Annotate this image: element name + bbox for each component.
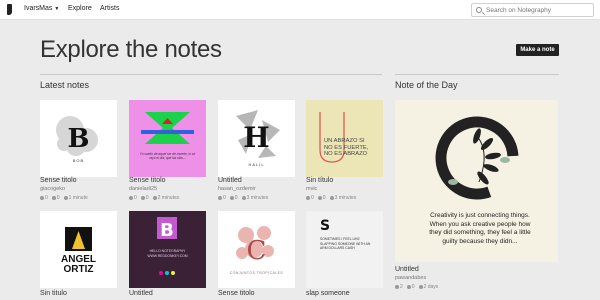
comment-icon [51,195,56,200]
note-title[interactable]: Untitled [129,290,153,297]
page-title: Explore the notes [40,36,222,63]
make-note-button[interactable]: Make a note [516,44,559,56]
svg-text:C: C [247,236,267,266]
clock-icon [241,195,246,200]
note-meta: 0 0 3 minutes [306,195,356,201]
note-of-day-author[interactable]: pawandabes [395,275,426,281]
note-title[interactable]: Sin titulo [40,290,67,297]
note-card[interactable]: UN ABRAZO SI NO ES FUERTE, NO ES ABRAZO [306,100,383,177]
note-author[interactable]: danieladi25 [129,186,157,192]
caret-down-icon: ▼ [54,6,60,12]
note-thumbnail-text: Yo sueño de aquel ser de muerte, ni se r… [139,152,196,160]
heart-icon [40,195,44,200]
comment-icon [317,195,322,200]
note-time: 3 minutes [246,195,269,201]
note-card[interactable]: H HALİL [218,100,295,177]
svg-text:B: B [160,220,174,241]
note-card[interactable]: Yo sueño de aquel ser de muerte, ni se r… [129,100,206,177]
comment-icon [406,284,411,289]
top-bar: IvarsMas ▼ Explore Artists [0,0,600,20]
note-thumbnail [141,112,194,144]
note-time: 3 minutes [334,195,357,201]
comment-count: 0 [234,195,238,201]
clock-icon [329,195,334,200]
note-time: 2 days [423,284,439,290]
note-thumbnail-text: BOB [72,158,85,163]
note-meta: 0 0 2 minutes [129,195,179,201]
note-card[interactable]: ANGEL ORTIZ [40,211,117,288]
clock-icon [152,195,157,200]
note-of-day-quote: Creativity is just connecting things. Wh… [429,212,531,245]
note-time: 2 minutes [157,195,180,201]
comment-count: 0 [56,195,60,201]
clock-icon [418,284,423,289]
clock-icon [63,195,68,200]
note-thumbnail-text: HALİL [248,162,265,167]
heart-icon [395,284,399,289]
note-author[interactable]: hasan_ozdemir [218,186,256,192]
like-count: 0 [223,195,226,201]
comment-icon [229,195,234,200]
comment-count: 0 [145,195,149,201]
note-thumbnail-text: ANGEL ORTIZ [40,255,117,275]
nav-artists[interactable]: Artists [100,5,119,12]
like-count: 0 [134,195,137,201]
note-thumbnail-text: UN ABRAZO SI NO ES FUERTE, NO ES ABRAZO [324,138,369,157]
note-card[interactable]: C CONJUNTOS TROPICALES [218,211,295,288]
svg-text:B: B [68,124,90,154]
note-thumbnail-text: HELLO NOTEGRAPHY WWW.REDDONKEY.COM [147,249,188,258]
comment-icon [140,195,145,200]
notegraphy-logo-icon[interactable] [7,4,12,15]
latest-notes-heading: Latest notes [40,80,90,90]
divider-latest [40,74,382,75]
user-menu[interactable]: IvarsMas ▼ [24,5,59,12]
comment-count: 0 [322,195,326,201]
note-title[interactable]: Sense titolo [129,177,166,184]
note-author[interactable]: giacogeko [40,186,65,192]
note-thumbnail: B [56,116,98,156]
like-count: 0 [311,195,314,201]
search-icon [476,7,482,13]
note-of-day-heading: Note of the Day [395,80,458,90]
note-card[interactable]: B BOB [40,100,117,177]
search-box[interactable] [471,3,594,17]
note-thumbnail: C [236,226,274,266]
like-count: 0 [45,195,48,201]
search-input[interactable] [486,6,591,15]
heart-icon [218,195,222,200]
heart-icon [306,195,310,200]
note-card[interactable]: B HELLO NOTEGRAPHY WWW.REDDONKEY.COM [129,211,206,288]
comment-count: 0 [411,284,415,290]
note-meta: 0 0 3 minutes [218,195,268,201]
note-title[interactable]: Sense titolo [40,177,77,184]
note-thumbnail-text: SOMETIMES I FEEL LIKE SLAPPING SOMEONE W… [320,237,371,251]
divider-day [395,74,559,75]
note-of-day-illustration [435,116,519,200]
note-time: 1 minute [68,195,88,201]
note-title[interactable]: Untitled [218,177,242,184]
note-thumbnail-letter: S [320,218,331,234]
note-title[interactable]: slap someone [306,290,350,297]
nav-explore[interactable]: Explore [68,5,92,12]
note-thumbnail [65,227,92,251]
note-title[interactable]: Sin título [306,177,333,184]
note-title[interactable]: Sense titolo [218,290,255,297]
note-of-day-title[interactable]: Untitled [395,266,419,273]
like-count: 2 [400,284,403,290]
note-thumbnail-line: ORTIZ [63,264,94,275]
note-meta: 0 0 1 minute [40,195,88,201]
note-thumbnail-text: CONJUNTOS TROPICALES [229,271,284,275]
heart-icon [129,195,133,200]
note-of-day-meta: 2 0 2 days [395,284,438,290]
user-menu-label: IvarsMas [24,5,53,12]
note-author[interactable]: mvic [306,186,317,192]
svg-text:H: H [243,121,269,154]
note-card[interactable]: S SOMETIMES I FEEL LIKE SLAPPING SOMEONE… [306,211,383,288]
